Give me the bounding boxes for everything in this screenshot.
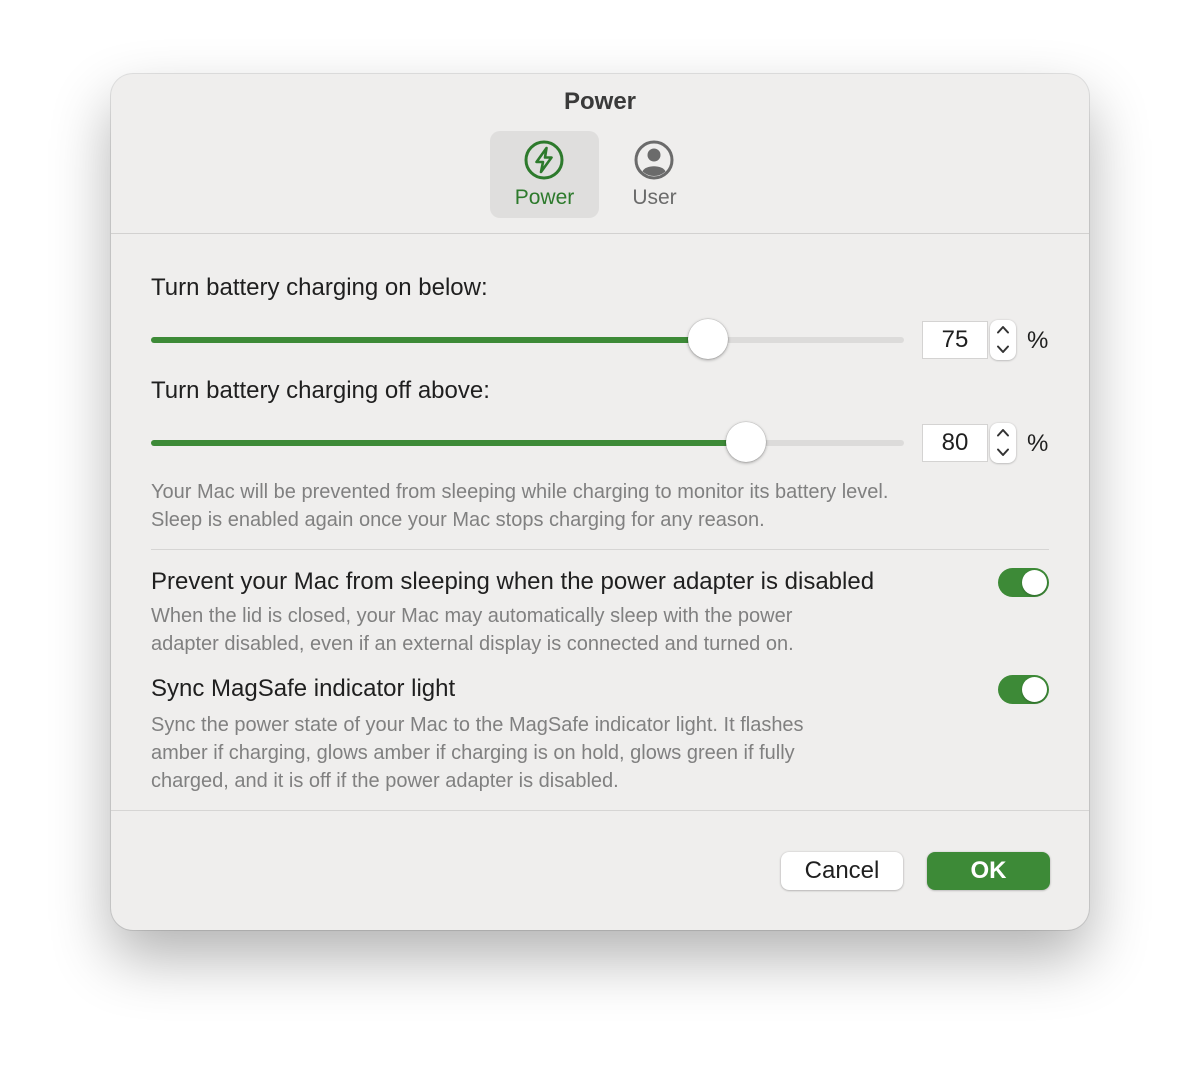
sleep-note: Your Mac will be prevented from sleeping… <box>151 478 1051 534</box>
section-divider <box>151 549 1049 550</box>
prevent-sleep-label: Prevent your Mac from sleeping when the … <box>151 568 875 595</box>
magsafe-description: Sync the power state of your Mac to the … <box>151 711 1051 795</box>
footer-divider <box>111 810 1089 811</box>
charge-off-label: Turn battery charging off above: <box>151 377 490 404</box>
header-divider <box>111 233 1089 234</box>
magsafe-toggle[interactable] <box>998 675 1049 704</box>
description-line: amber if charging, glows amber if chargi… <box>151 742 795 764</box>
ok-button[interactable]: OK <box>927 852 1050 890</box>
charge-on-slider-thumb[interactable] <box>688 319 729 359</box>
power-settings-window: Power Power User Turn battery charging o… <box>111 74 1089 930</box>
bolt-circle-icon <box>524 140 564 180</box>
tab-power-label: Power <box>514 186 575 209</box>
charge-on-slider[interactable] <box>151 319 904 359</box>
chevron-down-icon <box>997 345 1009 353</box>
chevron-down-icon <box>997 448 1009 456</box>
charge-off-increment-button[interactable] <box>990 423 1016 443</box>
charge-off-slider-thumb[interactable] <box>725 422 766 462</box>
charge-on-decrement-button[interactable] <box>990 340 1016 360</box>
magsafe-label: Sync MagSafe indicator light <box>151 675 456 702</box>
cancel-button[interactable]: Cancel <box>781 852 903 890</box>
charge-on-label: Turn battery charging on below: <box>151 274 488 301</box>
chevron-up-icon <box>997 429 1009 437</box>
charge-on-stepper[interactable] <box>990 320 1016 360</box>
charge-on-increment-button[interactable] <box>990 320 1016 340</box>
charge-on-unit: % <box>1027 327 1049 354</box>
window-title: Power <box>563 88 637 115</box>
tab-power[interactable]: Power <box>490 131 599 218</box>
charge-off-slider-fill <box>151 440 746 446</box>
description-line: adapter disabled, even if an external di… <box>151 633 794 655</box>
charge-off-slider[interactable] <box>151 422 904 462</box>
charge-off-decrement-button[interactable] <box>990 443 1016 463</box>
charge-off-stepper[interactable] <box>990 423 1016 463</box>
chevron-up-icon <box>997 326 1009 334</box>
charge-off-unit: % <box>1027 430 1049 457</box>
description-line: Sync the power state of your Mac to the … <box>151 714 804 736</box>
prevent-sleep-description: When the lid is closed, your Mac may aut… <box>151 602 1051 658</box>
person-circle-icon <box>634 140 674 180</box>
charge-off-value-field[interactable]: 80 <box>922 424 988 462</box>
sleep-note-line: Sleep is enabled again once your Mac sto… <box>151 509 765 531</box>
prevent-sleep-toggle[interactable] <box>998 568 1049 597</box>
toggle-knob <box>1022 677 1047 702</box>
charge-on-value-field[interactable]: 75 <box>922 321 988 359</box>
sleep-note-line: Your Mac will be prevented from sleeping… <box>151 481 889 503</box>
description-line: charged, and it is off if the power adap… <box>151 770 619 792</box>
description-line: When the lid is closed, your Mac may aut… <box>151 605 793 627</box>
toggle-knob <box>1022 570 1047 595</box>
tab-user[interactable]: User <box>600 131 709 218</box>
charge-on-slider-fill <box>151 337 709 343</box>
tab-user-label: User <box>632 186 677 209</box>
